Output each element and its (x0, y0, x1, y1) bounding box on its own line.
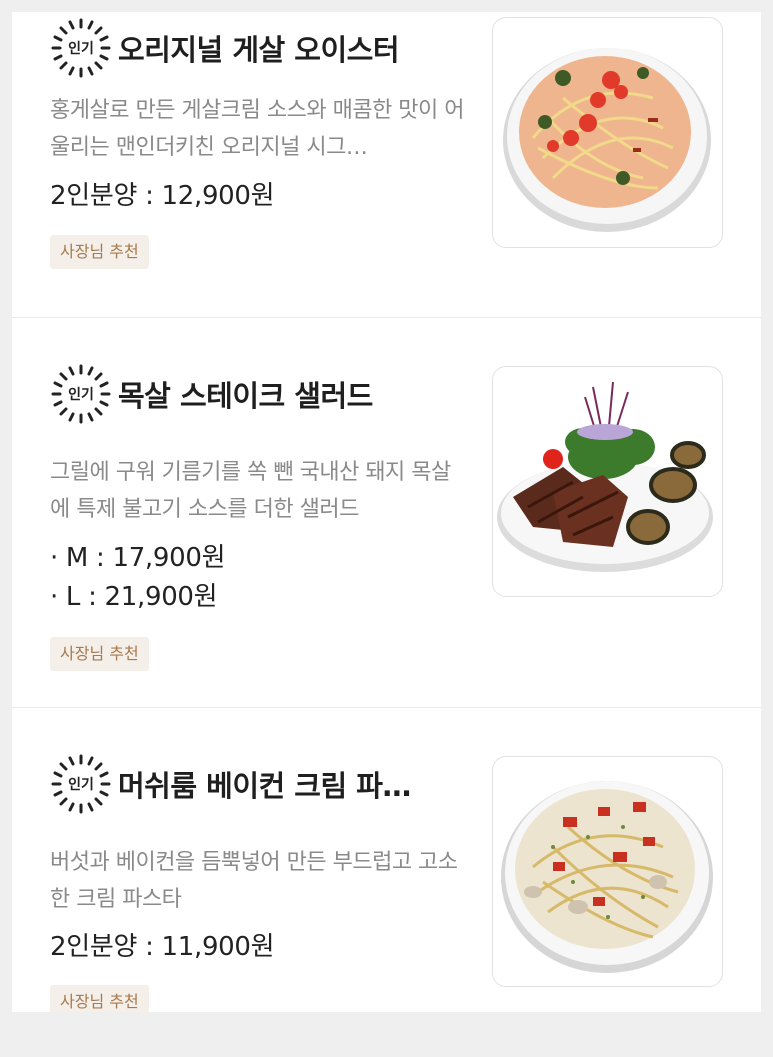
pork-steak-salad-image[interactable] (492, 366, 723, 597)
popular-badge: 인기 (50, 17, 112, 79)
menu-item-title: 목살 스테이크 샐러드 (118, 379, 373, 413)
popular-badge-label: 인기 (68, 387, 94, 403)
mushroom-bacon-cream-pasta-image[interactable] (492, 756, 723, 987)
menu-item-price: · L : 21,900원 (50, 582, 218, 612)
menu-item-description: 버섯과 베이컨을 듬뿍넣어 만든 부드럽고 고소한 크림 파스타 (50, 850, 458, 912)
menu-list: 인기 오리지널 게살 오이스터 홍게살로 만든 게살크림 소스와 매콤한 맛이 … (12, 12, 761, 1012)
menu-item-price: · M : 17,900원 (50, 543, 226, 573)
menu-item-price: 2인분양 : 11,900원 (50, 932, 275, 962)
menu-item-title: 머쉬룸 베이컨 크림 파… (118, 769, 411, 803)
popular-badge: 인기 (50, 363, 112, 425)
crab-cream-pasta-image[interactable] (492, 17, 723, 248)
owner-recommend-tag: 사장님 추천 (50, 985, 149, 1012)
menu-item[interactable]: 인기 머쉬룸 베이컨 크림 파… 버섯과 베이컨을 듬뿍넣어 만든 부드럽고 고… (12, 707, 761, 1012)
menu-item-header: 인기 목살 스테이크 샐러드 (50, 363, 373, 425)
menu-item-description: 홍게살로 만든 게살크림 소스와 매콤한 맛이 어울리는 맨인더키친 오리지널 … (50, 98, 465, 160)
menu-item-price: 2인분양 : 12,900원 (50, 181, 275, 211)
popular-badge-label: 인기 (68, 41, 94, 57)
popular-badge: 인기 (50, 753, 112, 815)
popular-badge-label: 인기 (68, 777, 94, 793)
owner-recommend-tag: 사장님 추천 (50, 235, 149, 269)
menu-item-title: 오리지널 게살 오이스터 (118, 33, 399, 67)
menu-item-header: 인기 머쉬룸 베이컨 크림 파… (50, 753, 411, 815)
menu-item-header: 인기 오리지널 게살 오이스터 (50, 17, 399, 79)
owner-recommend-tag: 사장님 추천 (50, 637, 149, 671)
menu-item[interactable]: 인기 목살 스테이크 샐러드 그릴에 구워 기름기를 쏙 뺀 국내산 돼지 목살… (12, 317, 761, 708)
menu-item[interactable]: 인기 오리지널 게살 오이스터 홍게살로 만든 게살크림 소스와 매콤한 맛이 … (12, 12, 761, 318)
menu-item-description: 그릴에 구워 기름기를 쏙 뺀 국내산 돼지 목살에 특제 불고기 소스를 더한… (50, 460, 451, 522)
